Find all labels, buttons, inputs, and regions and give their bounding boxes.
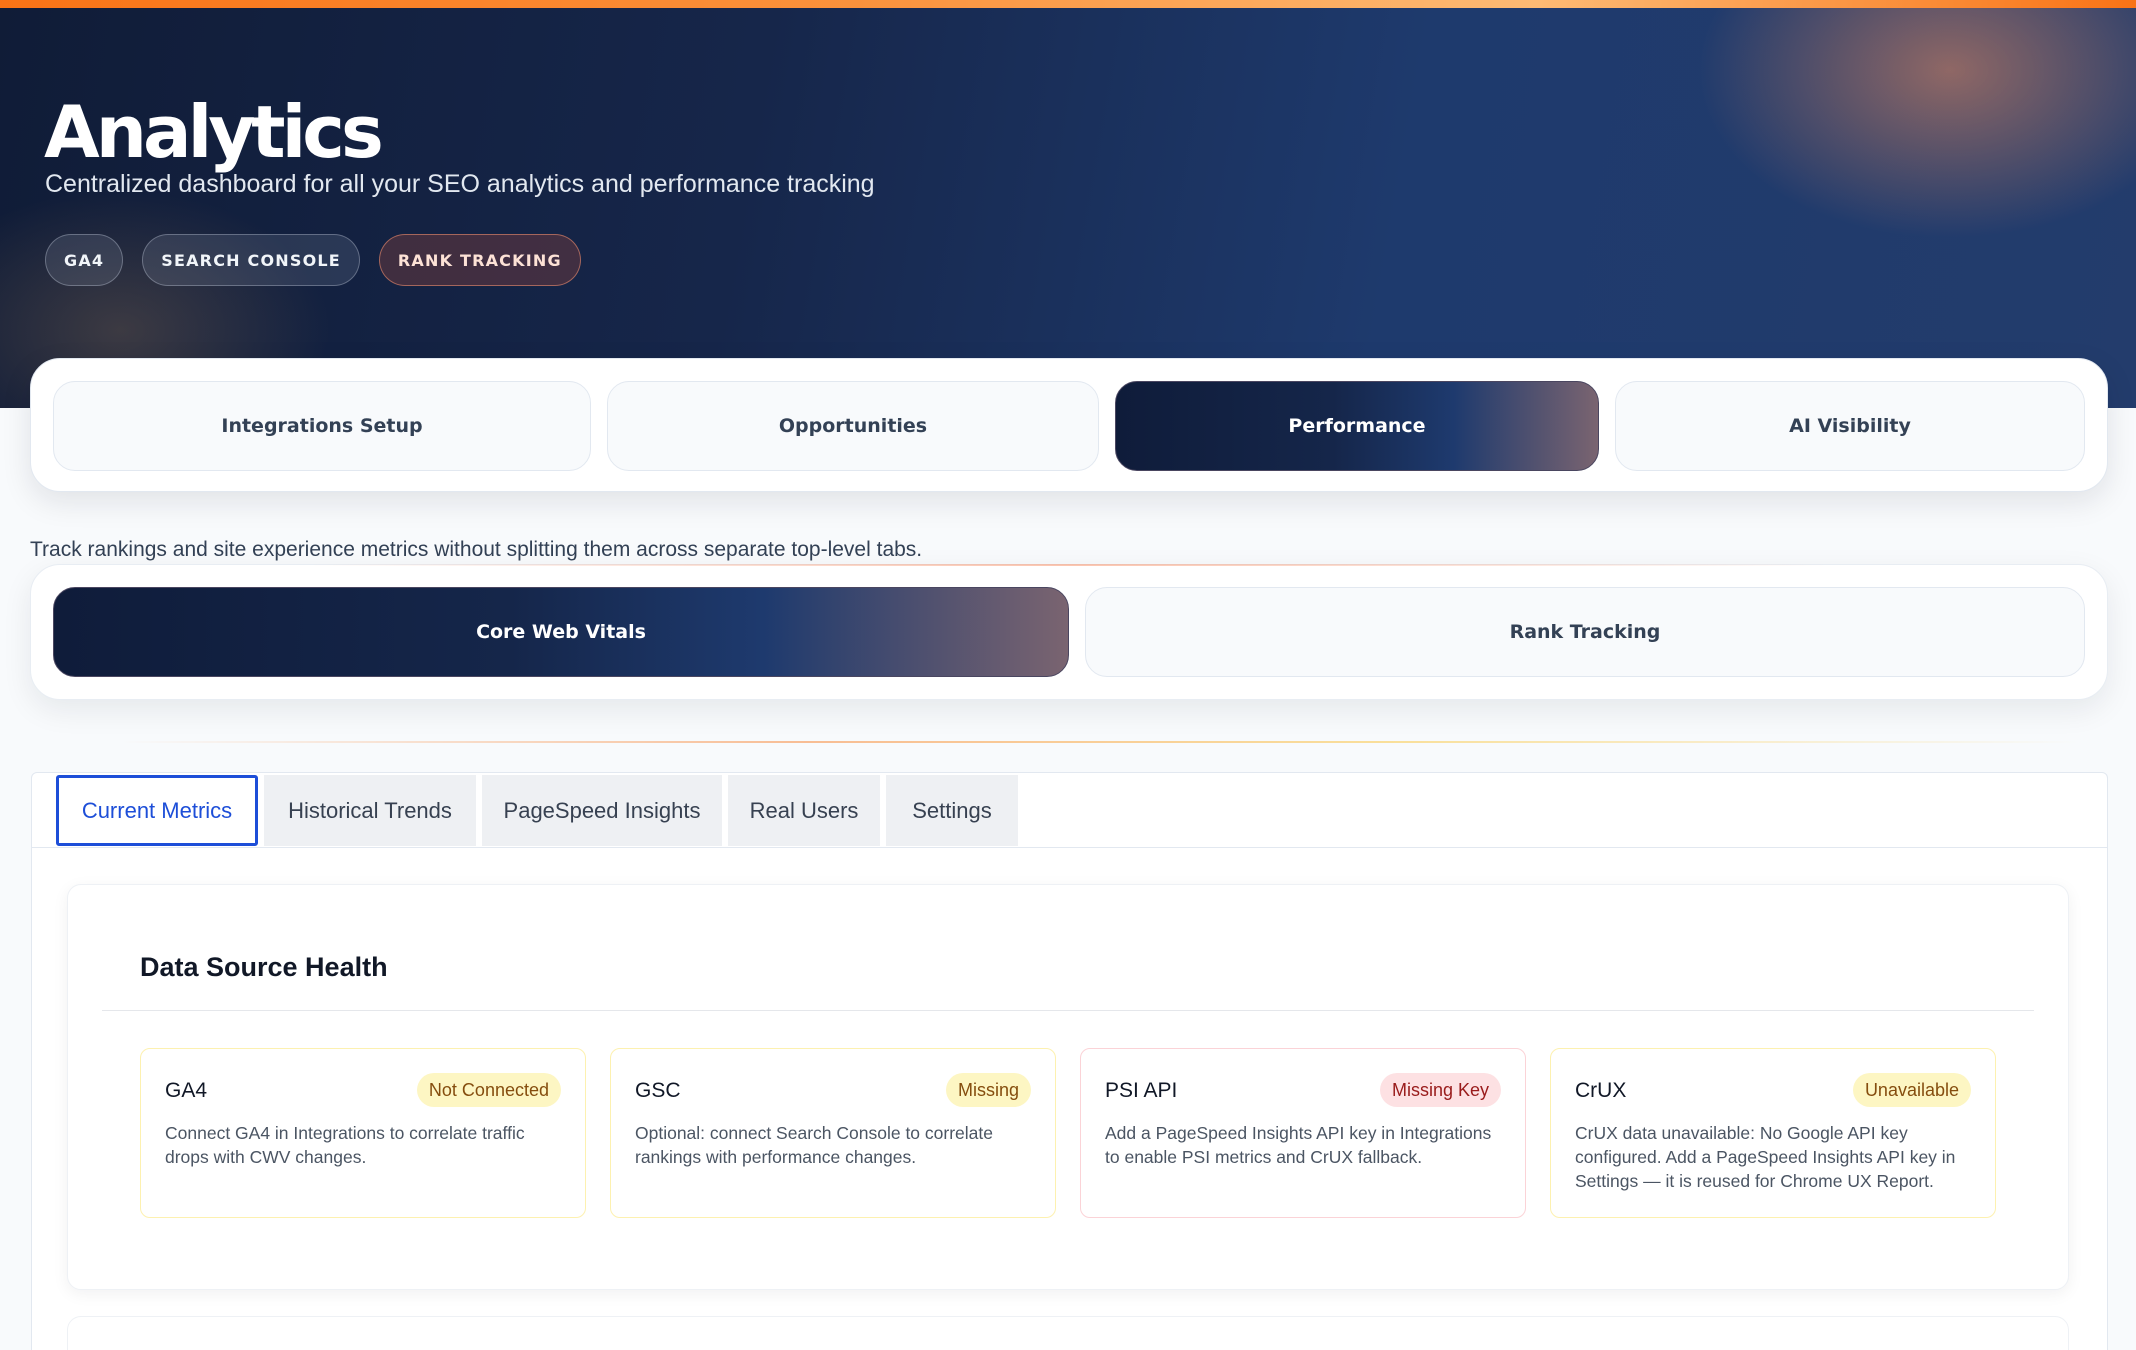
tab-current-metrics[interactable]: Current Metrics [56,775,258,846]
tab-integrations-setup[interactable]: Integrations Setup [53,381,591,471]
tab-pagespeed-insights[interactable]: PageSpeed Insights [482,775,722,846]
status-badge: Unavailable [1852,1073,1971,1107]
tab-ai-visibility[interactable]: AI Visibility [1615,381,2085,471]
source-name: GA4 [165,1079,208,1102]
status-badge: Missing [945,1073,1031,1107]
status-badge: Missing Key [1379,1073,1501,1107]
tab-settings[interactable]: Settings [886,775,1018,846]
source-name: GSC [635,1079,681,1102]
source-description: Connect GA4 in Integrations to correlate… [165,1123,525,1167]
source-card-gsc: GSC Missing Optional: connect Search Con… [610,1048,1056,1218]
card-divider [102,1010,2034,1011]
chip-rank-tracking: RANK TRACKING [378,234,581,286]
source-card-psi-api: PSI API Missing Key Add a PageSpeed Insi… [1080,1048,1526,1218]
source-description: Add a PageSpeed Insights API key in Inte… [1105,1123,1492,1167]
source-description: CrUX data unavailable: No Google API key… [1575,1123,1956,1191]
subtab-core-web-vitals[interactable]: Core Web Vitals [53,587,1069,677]
source-card-ga4: GA4 Not Connected Connect GA4 in Integra… [140,1048,586,1218]
integration-chips: GA4 SEARCH CONSOLE RANK TRACKING [45,234,581,286]
tab-historical-trends[interactable]: Historical Trends [264,775,476,846]
tab-performance[interactable]: Performance [1115,381,1599,471]
source-name: PSI API [1105,1079,1178,1102]
status-badge: Not Connected [416,1073,561,1107]
performance-description: Track rankings and site experience metri… [30,538,923,561]
source-card-crux: CrUX Unavailable CrUX data unavailable: … [1550,1048,1996,1218]
subtab-rank-tracking[interactable]: Rank Tracking [1085,587,2085,677]
section-divider [120,741,2080,743]
performance-sub-tab-bar: Core Web Vitals Rank Tracking [30,564,2108,700]
chip-ga4: GA4 [45,234,124,286]
tab-real-users[interactable]: Real Users [728,775,880,846]
metrics-tab-bar: Current Metrics Historical Trends PageSp… [32,773,2107,848]
source-name: CrUX [1575,1079,1627,1102]
source-description: Optional: connect Search Console to corr… [635,1123,993,1167]
accent-top-bar [0,0,2136,8]
next-section-card [67,1316,2069,1350]
chip-search-console: SEARCH CONSOLE [142,234,360,286]
data-source-health-title: Data Source Health [140,952,388,982]
page-subtitle: Centralized dashboard for all your SEO a… [45,170,875,198]
tab-opportunities[interactable]: Opportunities [607,381,1099,471]
hero-banner [0,0,2136,408]
page-title: Analytics [44,90,384,174]
main-tab-bar: Integrations Setup Opportunities Perform… [30,358,2108,492]
